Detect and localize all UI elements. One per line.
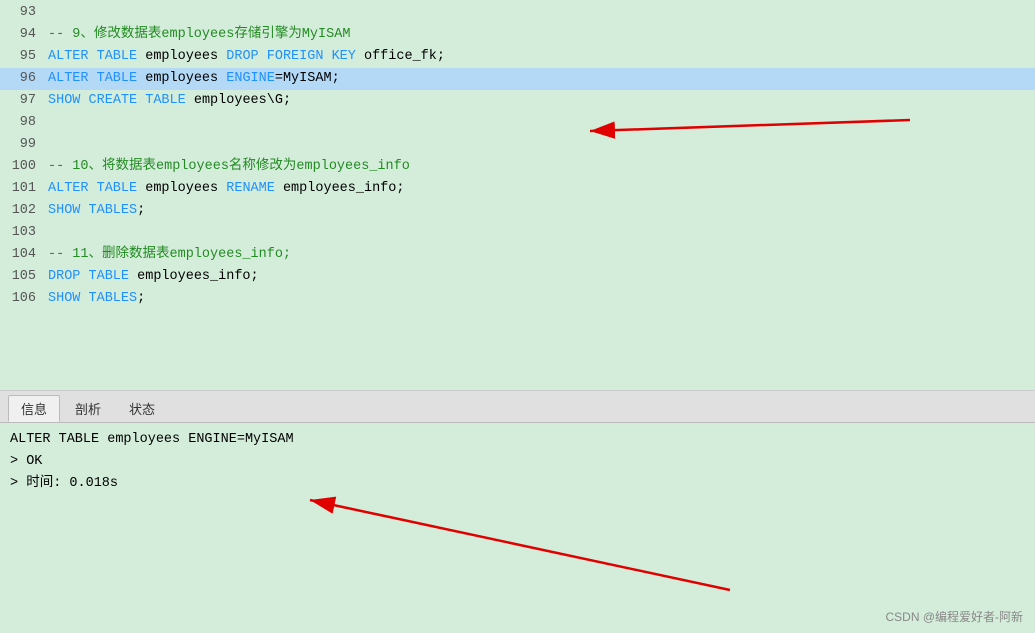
line-96: 96 ALTER TABLE employees ENGINE=MyISAM; — [0, 68, 1035, 90]
tab-bar: 信息 剖析 状态 — [0, 391, 1035, 423]
tab-status[interactable]: 状态 — [116, 395, 168, 422]
watermark: CSDN @编程爱好者-阿新 — [885, 608, 1023, 625]
line-106: 106 SHOW TABLES; — [0, 288, 1035, 310]
line-100: 100 -- 10、将数据表employees名称修改为employees_in… — [0, 156, 1035, 178]
line-94: 94 -- 9、修改数据表employees存储引擎为MyISAM — [0, 24, 1035, 46]
tab-profile[interactable]: 剖析 — [62, 395, 114, 422]
line-105: 105 DROP TABLE employees_info; — [0, 266, 1035, 288]
line-104: 104 -- 11、删除数据表employees_info; — [0, 244, 1035, 266]
line-101: 101 ALTER TABLE employees RENAME employe… — [0, 178, 1035, 200]
result-line-1: ALTER TABLE employees ENGINE=MyISAM — [10, 429, 1025, 451]
line-103: 103 — [0, 222, 1035, 244]
tab-info[interactable]: 信息 — [8, 395, 60, 422]
code-editor: 93 94 -- 9、修改数据表employees存储引擎为MyISAM 95 … — [0, 0, 1035, 390]
line-93: 93 — [0, 2, 1035, 24]
result-line-3: > 时间: 0.018s — [10, 473, 1025, 495]
result-area: ALTER TABLE employees ENGINE=MyISAM > OK… — [0, 423, 1035, 633]
line-99: 99 — [0, 134, 1035, 156]
bottom-panel: 信息 剖析 状态 ALTER TABLE employees ENGINE=My… — [0, 390, 1035, 632]
line-97: 97 SHOW CREATE TABLE employees\G; — [0, 90, 1035, 112]
result-line-2: > OK — [10, 451, 1025, 473]
line-102: 102 SHOW TABLES; — [0, 200, 1035, 222]
line-95: 95 ALTER TABLE employees DROP FOREIGN KE… — [0, 46, 1035, 68]
line-98: 98 — [0, 112, 1035, 134]
